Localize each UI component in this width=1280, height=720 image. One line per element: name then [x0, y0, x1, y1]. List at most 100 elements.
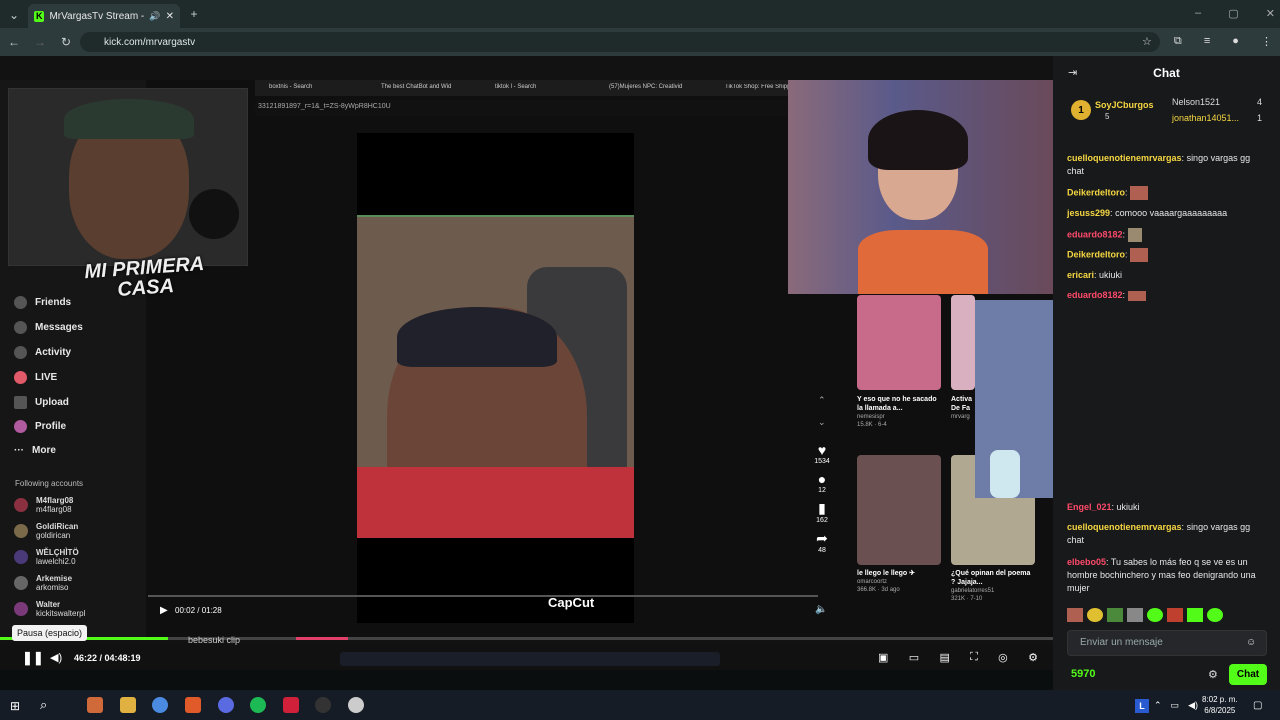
- video-thumbnail[interactable]: [951, 295, 975, 390]
- fullscreen-icon[interactable]: ⛶: [970, 651, 978, 664]
- chat-input[interactable]: Enviar un mensaje: [1067, 630, 1267, 656]
- thumb-info: ¿Qué opinan del poema ? Jajaja... gabriel…: [951, 570, 1031, 602]
- new-tab-button[interactable]: +: [186, 7, 202, 21]
- following-item: Arkemise arkomiso: [36, 574, 73, 592]
- app-icon[interactable]: [87, 697, 103, 713]
- close-window-icon[interactable]: ✕: [1266, 7, 1275, 20]
- following-title: Following accounts: [15, 479, 84, 488]
- upload-icon: [14, 396, 27, 409]
- reload-icon[interactable]: ↻: [58, 35, 74, 49]
- layout-icon[interactable]: ▤: [939, 651, 949, 664]
- lang-indicator[interactable]: L: [1135, 699, 1149, 713]
- leader-name[interactable]: SoyJCburgos: [1095, 100, 1154, 110]
- tab-close-icon[interactable]: ✕: [166, 11, 174, 22]
- messages-icon: [14, 321, 27, 334]
- clip-icon[interactable]: ◎: [998, 651, 1008, 664]
- live-icon: [14, 371, 27, 384]
- theater-icon[interactable]: ▭: [909, 651, 919, 664]
- inner-tab: tiktok l - Search: [495, 84, 537, 90]
- like-action[interactable]: ♥ 1534: [808, 442, 836, 465]
- chevron-up-icon[interactable]: ⌃: [818, 395, 826, 406]
- capcut-watermark: CapCut: [548, 595, 595, 610]
- video-frame: [357, 215, 634, 538]
- channel-points[interactable]: 5970: [1071, 668, 1095, 680]
- opera-icon[interactable]: [283, 697, 299, 713]
- chevron-down-icon[interactable]: ⌄: [818, 417, 826, 428]
- file-explorer-icon[interactable]: [120, 697, 136, 713]
- guest-hair: [868, 110, 968, 170]
- media-icon[interactable]: ≡: [1204, 35, 1210, 48]
- system-tray[interactable]: ⌃ ▭ ◀): [1154, 700, 1198, 711]
- emote-icon[interactable]: [1067, 608, 1083, 622]
- share-action[interactable]: ➦ 48: [808, 530, 836, 554]
- menu-icon[interactable]: ⋮: [1261, 35, 1272, 48]
- emote-icon[interactable]: [1167, 608, 1183, 622]
- network-icon[interactable]: ▭: [1171, 700, 1180, 711]
- start-icon[interactable]: ⊞: [10, 699, 20, 713]
- video-thumbnail[interactable]: [857, 455, 941, 565]
- nav-activity: Activity: [14, 346, 71, 359]
- send-chat-button[interactable]: Chat: [1229, 664, 1267, 685]
- lamp: [990, 450, 1020, 498]
- forward-icon[interactable]: →: [32, 35, 48, 49]
- volume-icon[interactable]: 🔈: [815, 604, 827, 615]
- emote-icon[interactable]: [1187, 608, 1203, 622]
- pause-icon[interactable]: ❚❚: [22, 650, 44, 666]
- collapse-chat-icon[interactable]: ⇥: [1068, 66, 1077, 79]
- minimize-icon[interactable]: –: [1195, 7, 1201, 20]
- leader-count: 1: [1257, 113, 1263, 123]
- comment-icon: ●: [817, 471, 827, 487]
- emote-icon[interactable]: [1087, 608, 1103, 622]
- comment-action[interactable]: ● 12: [808, 471, 836, 494]
- leader-name[interactable]: jonathan14051...: [1172, 113, 1239, 123]
- audio-icon[interactable]: 🔊: [149, 11, 160, 22]
- extensions-icon[interactable]: ⧉: [1174, 35, 1182, 48]
- chevron-up-icon[interactable]: ⌃: [1154, 700, 1162, 711]
- avatar: [14, 602, 28, 616]
- progress-marker: [296, 637, 348, 640]
- notifications-icon[interactable]: ▢: [1253, 700, 1262, 711]
- volume-button-icon[interactable]: ◀): [50, 651, 62, 664]
- emote-icon[interactable]: [1207, 608, 1223, 622]
- browser-tab[interactable]: K MrVargasTv Stream - Watc 🔊 ✕: [28, 4, 180, 28]
- emote-icon[interactable]: [1107, 608, 1123, 622]
- bookmark-star-icon[interactable]: ☆: [1142, 35, 1152, 48]
- video-thumbnail[interactable]: [857, 295, 941, 390]
- chat-message: eduardo8182:: [1067, 228, 1267, 242]
- back-icon[interactable]: ←: [6, 35, 22, 49]
- settings-icon[interactable]: ⚙: [1028, 651, 1038, 664]
- app-icon[interactable]: [348, 697, 364, 713]
- video-progress[interactable]: [148, 595, 818, 597]
- leader-name[interactable]: Nelson1521: [1172, 97, 1220, 107]
- url-field[interactable]: kick.com/mrvargastv: [80, 32, 1160, 52]
- streamer-cap: [64, 99, 194, 139]
- search-icon[interactable]: ⌕: [40, 697, 47, 713]
- system-clock[interactable]: 8:02 p. m. 6/8/2025: [1202, 694, 1238, 716]
- emote-icon: [1127, 228, 1142, 242]
- emote-icon: [1130, 186, 1149, 200]
- brave-icon[interactable]: [185, 697, 201, 713]
- following-item: Walter kickitswalterpl: [36, 600, 86, 618]
- obs-icon[interactable]: [315, 697, 331, 713]
- window-controls[interactable]: – ▢ ✕: [1195, 7, 1275, 20]
- emote-icon[interactable]: [1127, 608, 1143, 622]
- chat-settings-icon[interactable]: ⚙: [1208, 668, 1218, 681]
- emote-icon[interactable]: [1147, 608, 1163, 622]
- play-icon[interactable]: ▶: [160, 605, 168, 616]
- chrome-profile-icon[interactable]: [218, 697, 234, 713]
- chrome-icon[interactable]: [152, 697, 168, 713]
- chat-message: cuelloquenotienemrvargas: singo vargas g…: [1067, 153, 1251, 176]
- tab-list-icon[interactable]: ⌄: [6, 8, 22, 22]
- chat-title: Chat: [1153, 66, 1180, 80]
- speaker-icon[interactable]: ◀): [1188, 700, 1198, 711]
- maximize-icon[interactable]: ▢: [1228, 7, 1238, 20]
- inner-browser-tabs: boxtnis - Search The best ChatBot and Wi…: [255, 80, 790, 96]
- spotify-icon[interactable]: [250, 697, 266, 713]
- bookmark-action[interactable]: ▮ 162: [808, 500, 836, 524]
- url-text: kick.com/mrvargastv: [104, 36, 196, 48]
- profile-icon[interactable]: ●: [1232, 35, 1239, 48]
- chat-message: Deikerdeltoro:: [1067, 248, 1267, 262]
- pip-icon[interactable]: ▣: [878, 651, 888, 664]
- following-item: GoldiRican goldirican: [36, 522, 79, 540]
- emoji-picker-icon[interactable]: ☺: [1246, 637, 1256, 648]
